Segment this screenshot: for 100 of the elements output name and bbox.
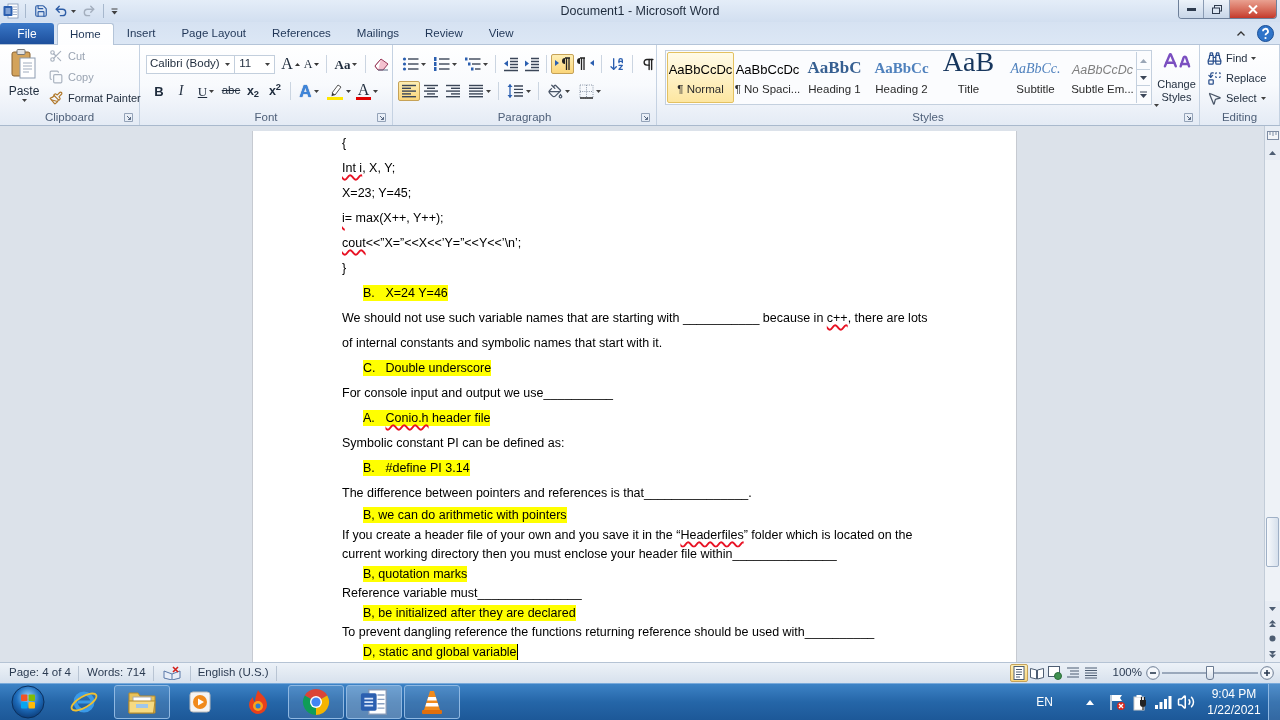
- style-tile[interactable]: AaBbC Heading 1: [801, 52, 868, 103]
- dialog-launcher-icon[interactable]: [641, 112, 650, 122]
- zoom-in-icon[interactable]: [1260, 666, 1274, 680]
- next-page-icon[interactable]: [1269, 650, 1276, 658]
- bold-button[interactable]: B: [148, 81, 170, 101]
- paste-button[interactable]: Paste: [5, 46, 43, 108]
- caret-icon: [373, 89, 379, 93]
- caret-icon: [482, 62, 488, 66]
- taskbar-app-button[interactable]: [114, 685, 170, 719]
- style-tile[interactable]: AaBbCcDc ¶ No Spaci...: [734, 52, 801, 103]
- gallery-down-button[interactable]: [1137, 69, 1150, 86]
- scroll-up-icon[interactable]: [1269, 150, 1276, 155]
- change-styles-button[interactable]: Change Styles: [1154, 47, 1199, 107]
- line-spacing-icon: [506, 83, 524, 99]
- ribbon-tab[interactable]: References: [259, 23, 344, 44]
- print-layout-button[interactable]: [1009, 664, 1028, 682]
- zoom-level[interactable]: 100%: [1112, 664, 1142, 682]
- change-case-button[interactable]: Aa: [331, 54, 361, 74]
- font-size-field[interactable]: 11: [235, 54, 275, 74]
- style-tile[interactable]: AaBbCcDc Subtle Em...: [1069, 52, 1136, 103]
- highlighter-icon: [325, 82, 344, 100]
- align-right-icon: [445, 83, 461, 99]
- caret-icon: [485, 89, 491, 93]
- caret-icon: [265, 62, 270, 66]
- align-center-icon: [423, 83, 439, 99]
- italic-button[interactable]: I: [170, 81, 192, 101]
- caret-icon: [1260, 96, 1266, 100]
- ribbon-tab[interactable]: Page Layout: [168, 23, 260, 44]
- format-painter-button[interactable]: Format Painter: [47, 88, 143, 108]
- style-tile[interactable]: AaBbCc Heading 2: [868, 52, 935, 103]
- align-left-button[interactable]: [398, 81, 420, 101]
- highlighted-answer: B, be initialized after they are declared: [363, 604, 576, 621]
- question-text: We should not use such variable names that are starting with ___________ because in c++, there are lots of internal constants and symbolic names that start with it.: [342, 310, 928, 352]
- triangle-up-icon[interactable]: [1086, 699, 1094, 705]
- strikethrough-button[interactable]: abc: [220, 81, 242, 101]
- left-to-right-button[interactable]: [551, 54, 574, 74]
- traffic-cone-icon: [419, 688, 445, 716]
- select-button[interactable]: Select: [1206, 88, 1267, 108]
- caret-icon: [209, 89, 215, 93]
- help-icon[interactable]: [1257, 24, 1274, 42]
- battery-plug-icon[interactable]: [1131, 693, 1149, 711]
- decrease-indent-icon: [502, 56, 519, 72]
- previous-page-icon[interactable]: [1269, 620, 1276, 627]
- font-name-field[interactable]: Calibri (Body): [146, 54, 236, 74]
- taskbar-app-button[interactable]: [288, 685, 344, 719]
- volume-icon[interactable]: [1177, 693, 1195, 711]
- proofing-button[interactable]: [160, 664, 183, 682]
- ribbon-tab[interactable]: Insert: [113, 23, 169, 44]
- page-count[interactable]: Page: 4 of 4: [0, 664, 72, 682]
- language-indicator[interactable]: English (U.S.): [197, 664, 269, 682]
- ribbon-tab[interactable]: Home: [57, 23, 114, 45]
- ruler-icon[interactable]: [1266, 131, 1279, 140]
- ribbon-tab[interactable]: View: [475, 23, 527, 44]
- web-layout-button[interactable]: [1045, 664, 1064, 682]
- scroll-down-icon[interactable]: [1269, 606, 1276, 611]
- style-tile[interactable]: AaBbCc. Subtitle: [1002, 52, 1069, 103]
- input-language[interactable]: EN: [1036, 693, 1053, 711]
- zoom-out-icon[interactable]: [1146, 666, 1160, 680]
- superscript-button[interactable]: x$^{2}$: [264, 81, 286, 101]
- highlighted-answer: B, quotation marks: [363, 565, 468, 582]
- zoom-slider-thumb[interactable]: [1206, 666, 1214, 680]
- ribbon-tab[interactable]: Mailings: [343, 23, 413, 44]
- redo-icon: [82, 4, 96, 18]
- open-book-icon: [1029, 666, 1044, 680]
- subscript-button[interactable]: x$_{2}$: [242, 81, 264, 101]
- browse-object-icon[interactable]: [1269, 635, 1276, 642]
- chevron-up-icon[interactable]: [1237, 30, 1245, 36]
- scroll-thumb[interactable]: [1266, 517, 1279, 567]
- caret-icon: [564, 89, 570, 93]
- outline-icon: [1065, 666, 1080, 680]
- replace-button[interactable]: Replace: [1206, 68, 1268, 88]
- minimize-button[interactable]: [1179, 0, 1204, 18]
- clock[interactable]: 9:04 PM 1/22/2021: [1203, 686, 1265, 718]
- show-desktop-button[interactable]: [1268, 684, 1280, 720]
- segmented-circle-icon: [302, 688, 330, 716]
- save-button[interactable]: [32, 2, 50, 20]
- underline-button[interactable]: U: [192, 81, 220, 101]
- ribbon-tab[interactable]: Review: [412, 23, 476, 44]
- style-tile[interactable]: AaBbCcDc ¶ Normal: [667, 52, 734, 103]
- taskbar-app-button[interactable]: [346, 685, 402, 719]
- code-line: i= max(X++, Y++);: [342, 210, 444, 227]
- grow-font-button[interactable]: A: [280, 54, 301, 74]
- shrink-font-button[interactable]: A: [301, 54, 322, 74]
- dialog-launcher-icon[interactable]: [1184, 112, 1193, 122]
- zoom-slider[interactable]: [1162, 666, 1258, 680]
- taskbar-app-button[interactable]: [404, 685, 460, 719]
- find-button[interactable]: Find: [1206, 48, 1258, 68]
- caret-icon: [525, 89, 531, 93]
- word-count[interactable]: Words: 714: [86, 664, 146, 682]
- restore-button[interactable]: [1204, 0, 1230, 18]
- dialog-launcher-icon[interactable]: [124, 112, 133, 122]
- style-tile[interactable]: AaB Title: [935, 52, 1002, 103]
- file-tab[interactable]: File: [0, 23, 54, 44]
- flag-x-icon[interactable]: [1108, 693, 1126, 711]
- dialog-launcher-icon[interactable]: [377, 112, 386, 122]
- group-label: Styles: [912, 110, 944, 125]
- close-button[interactable]: [1230, 0, 1276, 18]
- question-text: For console input and output we use__________: [342, 385, 614, 402]
- font-color-button[interactable]: A: [353, 81, 381, 101]
- signal-bars-icon[interactable]: [1154, 694, 1172, 710]
